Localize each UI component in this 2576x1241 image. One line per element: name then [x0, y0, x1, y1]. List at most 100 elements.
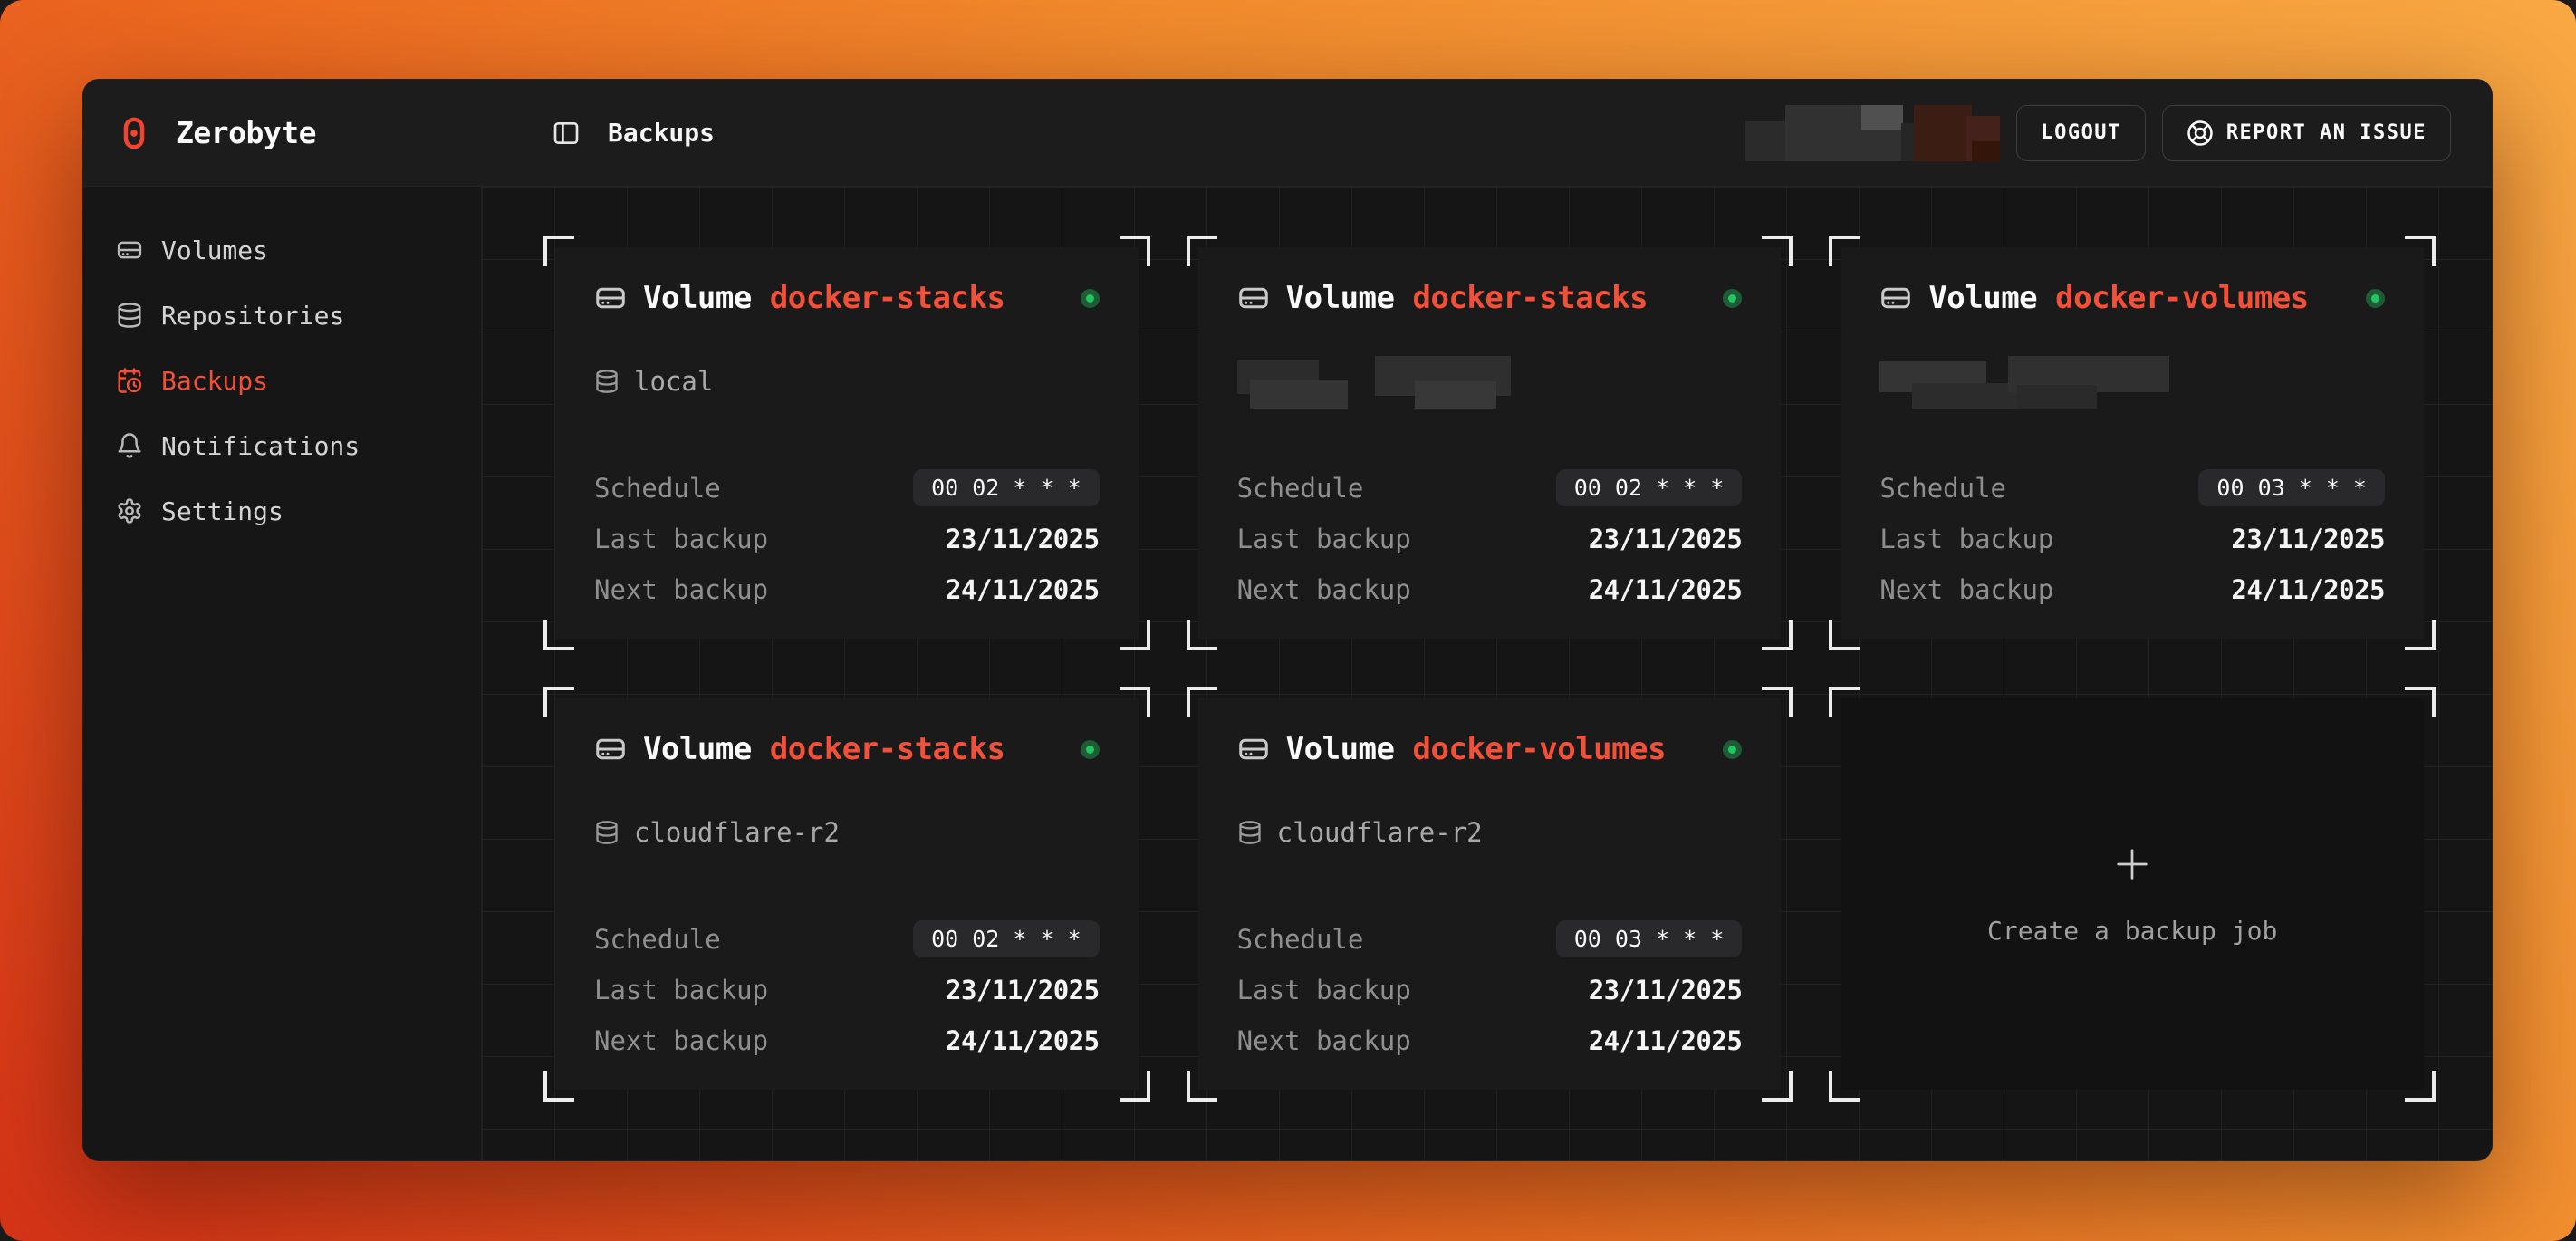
sidebar-item-notifications[interactable]: Notifications [83, 413, 481, 478]
repository-row: local [594, 356, 1100, 407]
report-issue-button[interactable]: REPORT AN ISSUE [2162, 105, 2451, 161]
corner-bracket [2405, 236, 2436, 266]
last-backup-date: 23/11/2025 [2231, 524, 2385, 554]
volume-name: docker-stacks [770, 731, 1005, 767]
app-name: Zerobyte [176, 115, 316, 150]
repository-name: local [634, 366, 713, 397]
hard-drive-icon [1237, 733, 1270, 765]
last-backup-label: Last backup [1237, 524, 1411, 554]
repository-row: cloudflare-r2 [594, 807, 1100, 858]
backups-main-area: Volumedocker-stacks local Schedule 00 02 … [482, 187, 2492, 1160]
sidebar-item-label: Backups [161, 366, 268, 396]
hard-drive-icon [594, 733, 627, 765]
header-actions: LOGOUT REPORT AN ISSUE [1745, 105, 2492, 161]
next-backup-label: Next backup [1879, 574, 2053, 605]
corner-bracket [1829, 236, 1860, 266]
schedule-cron-value: 00 02 * * * [1556, 469, 1743, 506]
volume-name: docker-stacks [770, 280, 1005, 316]
corner-bracket [1120, 236, 1150, 266]
app-body: Volumes Repositories Backups [83, 187, 2492, 1160]
plus-icon [2111, 843, 2153, 885]
last-backup-date: 23/11/2025 [946, 975, 1100, 1005]
status-indicator [1723, 740, 1742, 759]
backup-job-card[interactable]: Volumedocker-stacks [1187, 236, 1793, 650]
schedule-cron-value: 00 02 * * * [913, 920, 1100, 957]
header-main: Backups [482, 118, 1745, 148]
volume-name: docker-stacks [1412, 280, 1648, 316]
hard-drive-icon [1879, 282, 1912, 314]
page-title: Backups [608, 118, 715, 148]
sidebar-item-label: Repositories [161, 301, 344, 331]
last-backup-label: Last backup [1879, 524, 2053, 554]
corner-bracket [1762, 236, 1793, 266]
schedule-cron-value: 00 03 * * * [1556, 920, 1743, 957]
corner-bracket [2405, 687, 2436, 717]
create-backup-job-card[interactable]: Create a backup job [1829, 687, 2436, 1102]
next-backup-label: Next backup [594, 574, 768, 605]
report-issue-label: REPORT AN ISSUE [2226, 121, 2427, 144]
volume-name: docker-volumes [1412, 731, 1666, 767]
next-backup-label: Next backup [1237, 1025, 1411, 1056]
next-backup-label: Next backup [594, 1025, 768, 1056]
hard-drive-icon [594, 282, 627, 314]
backup-job-card[interactable]: Volumedocker-stacks cloudflare-r2 Schedu… [543, 687, 1150, 1102]
repository-row [1237, 356, 1743, 409]
schedule-label: Schedule [1237, 924, 1364, 955]
schedule-label: Schedule [594, 924, 721, 955]
sidebar-item-repositories[interactable]: Repositories [83, 283, 481, 348]
gear-icon [116, 497, 143, 524]
calendar-clock-icon [116, 367, 143, 394]
backup-job-card[interactable]: Volumedocker-stacks local Schedule00 02 … [543, 236, 1150, 650]
corner-bracket [543, 687, 574, 717]
life-buoy-icon [2187, 120, 2214, 147]
backup-job-card[interactable]: Volumedocker-volumes cloudflare-r2 Sched… [1187, 687, 1793, 1102]
next-backup-label: Next backup [1237, 574, 1411, 605]
next-backup-date: 24/11/2025 [946, 574, 1100, 605]
app-header: Zerobyte Backups LO [83, 80, 2492, 187]
database-icon [594, 369, 620, 394]
sidebar-item-settings[interactable]: Settings [83, 478, 481, 544]
create-backup-job-label: Create a backup job [1987, 916, 2277, 946]
sidebar-item-backups[interactable]: Backups [83, 348, 481, 413]
corner-bracket [2405, 620, 2436, 650]
schedule-cron-value: 00 02 * * * [913, 469, 1100, 506]
card-title: Volumedocker-volumes [1928, 280, 2308, 316]
corner-bracket [1829, 620, 1860, 650]
next-backup-date: 24/11/2025 [2231, 574, 2385, 605]
sidebar: Volumes Repositories Backups [83, 187, 482, 1160]
bell-icon [116, 432, 143, 459]
redacted-repository [1879, 356, 2385, 409]
zerobyte-logo-icon [116, 115, 152, 151]
corner-bracket [1762, 1071, 1793, 1102]
desktop-background: Zerobyte Backups LO [0, 0, 2576, 1241]
hard-drive-icon [1237, 282, 1270, 314]
backup-job-card[interactable]: Volumedocker-volumes [1829, 236, 2436, 650]
corner-bracket [1187, 1071, 1217, 1102]
corner-bracket [543, 620, 574, 650]
status-indicator [2366, 289, 2385, 308]
corner-bracket [1120, 620, 1150, 650]
panel-left-toggle-icon[interactable] [552, 119, 581, 148]
repository-name: cloudflare-r2 [1277, 817, 1483, 848]
hard-drive-icon [116, 236, 143, 264]
corner-bracket [1187, 687, 1217, 717]
card-title: Volumedocker-stacks [1286, 280, 1648, 316]
repository-row: cloudflare-r2 [1237, 807, 1743, 858]
sidebar-item-volumes[interactable]: Volumes [83, 217, 481, 283]
logout-button[interactable]: LOGOUT [2016, 105, 2145, 161]
corner-bracket [1187, 236, 1217, 266]
brand: Zerobyte [83, 115, 482, 151]
sidebar-item-label: Volumes [161, 236, 268, 265]
sidebar-item-label: Settings [161, 496, 284, 526]
last-backup-date: 23/11/2025 [1589, 975, 1743, 1005]
corner-bracket [1120, 1071, 1150, 1102]
sidebar-item-label: Notifications [161, 431, 360, 461]
schedule-cron-value: 00 03 * * * [2198, 469, 2385, 506]
corner-bracket [1187, 620, 1217, 650]
volume-name: docker-volumes [2055, 280, 2309, 316]
last-backup-date: 23/11/2025 [946, 524, 1100, 554]
database-icon [1237, 820, 1263, 845]
card-title: Volumedocker-stacks [643, 731, 1004, 767]
redacted-user-info [1745, 105, 2000, 161]
logout-label: LOGOUT [2041, 121, 2120, 144]
